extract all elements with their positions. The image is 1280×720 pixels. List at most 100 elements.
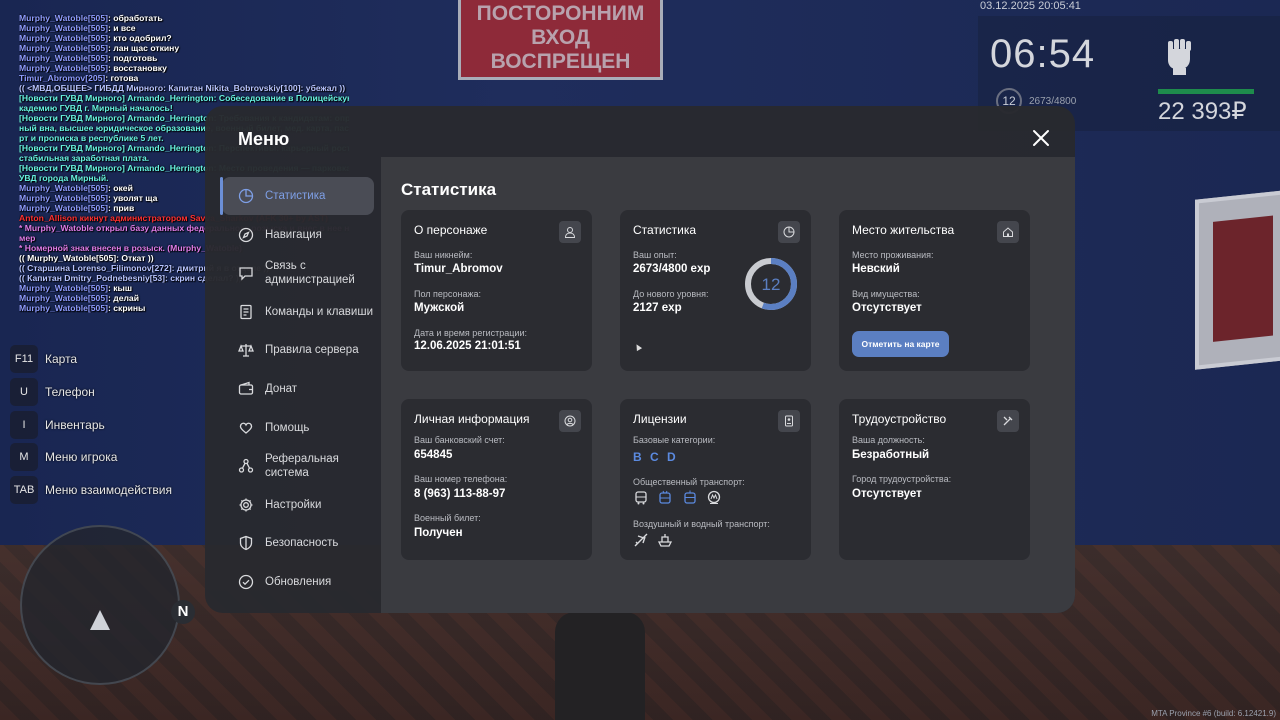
key-label: Телефон	[45, 384, 95, 399]
sidebar-item-admin[interactable]: Связь с администрацией	[222, 254, 374, 292]
chat-text: : готова	[105, 73, 139, 83]
next-level-label: До нового уровня:	[633, 289, 709, 299]
sidebar-item-label: Статистика	[265, 190, 326, 202]
work-city-label: Город трудоустройства:	[852, 474, 952, 484]
sidebar-item-rules[interactable]: Правила сервера	[222, 331, 374, 369]
sidebar-item-navigation[interactable]: Навигация	[222, 216, 374, 254]
sidebar-item-label: Навигация	[265, 228, 322, 241]
pie-chart-icon	[778, 221, 800, 243]
build-info: MTA Province #6 (build: 6.12421.9)	[1151, 709, 1276, 718]
sidebar-item-stats[interactable]: Статистика	[220, 177, 374, 215]
menu-sidebar: Статистика Навигация Связь с администрацие…	[220, 177, 374, 602]
person-circle-icon	[559, 410, 581, 432]
category-d: D	[667, 450, 676, 464]
sidebar-item-label: Настройки	[265, 498, 322, 511]
tram-icon	[684, 490, 696, 504]
metro-icon	[707, 490, 721, 504]
key-cap: M	[10, 443, 38, 472]
close-icon[interactable]	[1031, 128, 1051, 148]
wallet-icon	[238, 381, 254, 395]
sidebar-item-label: Донат	[265, 382, 298, 395]
chat-line: Murphy_Watoble[505]: и все	[19, 23, 349, 33]
phone-label: Ваш номер телефона:	[414, 474, 508, 484]
chat-icon	[239, 267, 253, 281]
chat-text: стабильная заработная плата.	[19, 153, 150, 163]
scales-icon	[238, 344, 254, 358]
reg-value: 12.06.2025 21:01:51	[414, 340, 521, 352]
key-cap: TAB	[10, 476, 38, 505]
sidebar-item-security[interactable]: Безопасность	[222, 524, 374, 562]
gender-label: Пол персонажа:	[414, 289, 482, 299]
chat-text: : делай	[107, 293, 139, 303]
chat-text: : восстановку	[107, 63, 167, 73]
sidebar-item-referral[interactable]: Реферальная система	[222, 447, 374, 485]
reg-label: Дата и время регистрации:	[414, 328, 527, 338]
chat-line: [Новости ГУВД Мирного] Armando_Herringto…	[19, 93, 349, 103]
chat-line: Murphy_Watoble[505]: подготовь	[19, 53, 349, 63]
chat-nick: Murphy_Watoble[505]	[19, 63, 108, 73]
chat-nick: Murphy_Watoble[505]	[19, 293, 108, 303]
chat-text: : подготовь	[107, 53, 158, 63]
document-icon	[240, 304, 252, 319]
chat-text: : обработать	[107, 13, 163, 23]
chat-text: (( Murphy_Watoble[505]: Откат ))	[19, 253, 154, 263]
user-icon	[559, 221, 581, 243]
chat-text: [Новости ГУВД Мирного] Armando_Herringto…	[19, 93, 349, 103]
sidebar-item-settings[interactable]: Настройки	[222, 486, 374, 524]
category-b: B	[633, 450, 642, 464]
keybind-list: F11 Карта U Телефон I Инвентарь M Меню игрока TA…	[10, 345, 172, 509]
sidebar-item-commands[interactable]: Команды и клавиши	[222, 293, 374, 331]
chat-text: (( <МВД,ОБЩЕЕ> ГИБДД Мирного: Капитан Ni…	[19, 83, 346, 93]
chat-line: Timur_Abromov[205]: готова	[19, 73, 349, 83]
level-ring: 12	[745, 258, 797, 310]
card-character: О персонаже Ваш никнейм: Timur_Abromov П…	[401, 210, 592, 371]
home-icon	[997, 221, 1019, 243]
property-value: Отсутствует	[852, 302, 922, 314]
sidebar-item-label: Правила сервера	[265, 344, 359, 357]
nick-label: Ваш никнейм:	[414, 250, 473, 260]
place-value: Невский	[852, 263, 900, 275]
background-sign: ПОСТОРОННИМ ВХОД ВОСПРЕЩЕН	[458, 0, 663, 80]
menu-title: Меню	[238, 129, 290, 149]
chat-nick: Murphy_Watoble[505]	[19, 283, 108, 293]
sidebar-item-help[interactable]: Помощь	[222, 409, 374, 447]
chat-text: : окей	[107, 183, 133, 193]
keybind-row: M Меню игрока	[10, 443, 172, 472]
card-title: Трудоустройство	[852, 412, 947, 426]
key-cap: U	[10, 377, 38, 406]
chat-text: кадемию ГУВД г. Мирный началось!	[19, 103, 173, 113]
card-title: Личная информация	[414, 412, 530, 426]
card-title: Статистика	[633, 223, 697, 237]
chat-line: Murphy_Watoble[505]: лан щас откину	[19, 43, 349, 53]
player-arrow-icon	[90, 610, 110, 630]
sidebar-item-updates[interactable]: Обновления	[222, 563, 374, 601]
military-label: Военный билет:	[414, 513, 481, 523]
position-label: Ваша должность:	[852, 435, 925, 445]
air-water-transport-label: Воздушный и водный транспорт:	[633, 519, 770, 529]
fist-icon	[1168, 39, 1191, 75]
mark-on-map-button[interactable]: Отметить на карте	[852, 331, 949, 357]
keybind-row: F11 Карта	[10, 345, 172, 373]
trolleybus-icon	[659, 490, 671, 504]
chat-text: : скрины	[107, 303, 146, 313]
gear-icon	[239, 498, 253, 512]
shield-icon	[239, 536, 253, 551]
work-city-value: Отсутствует	[852, 488, 922, 500]
player-character	[555, 612, 645, 720]
gender-value: Мужской	[414, 302, 465, 314]
sidebar-item-donate[interactable]: Донат	[222, 370, 374, 408]
property-label: Вид имущества:	[852, 289, 920, 299]
hud-clock: 06:54	[990, 32, 1096, 76]
card-stats: Статистика Ваш опыт: 2673/4800 exp До но…	[620, 210, 811, 371]
bus-icon	[635, 491, 647, 505]
chat-text: : кто одобрил?	[107, 33, 172, 43]
chat-text: : уволят ща	[107, 193, 158, 203]
sidebar-item-label: Помощь	[265, 421, 310, 434]
position-value: Безработный	[852, 449, 930, 461]
chat-nick: Murphy_Watoble[505]	[19, 23, 108, 33]
sidebar-item-label: Безопасность	[265, 537, 339, 550]
category-c: C	[650, 450, 659, 464]
bank-value: 654845	[414, 449, 453, 461]
chat-nick: Murphy_Watoble[505]	[19, 53, 108, 63]
pie-chart-icon	[238, 188, 254, 204]
